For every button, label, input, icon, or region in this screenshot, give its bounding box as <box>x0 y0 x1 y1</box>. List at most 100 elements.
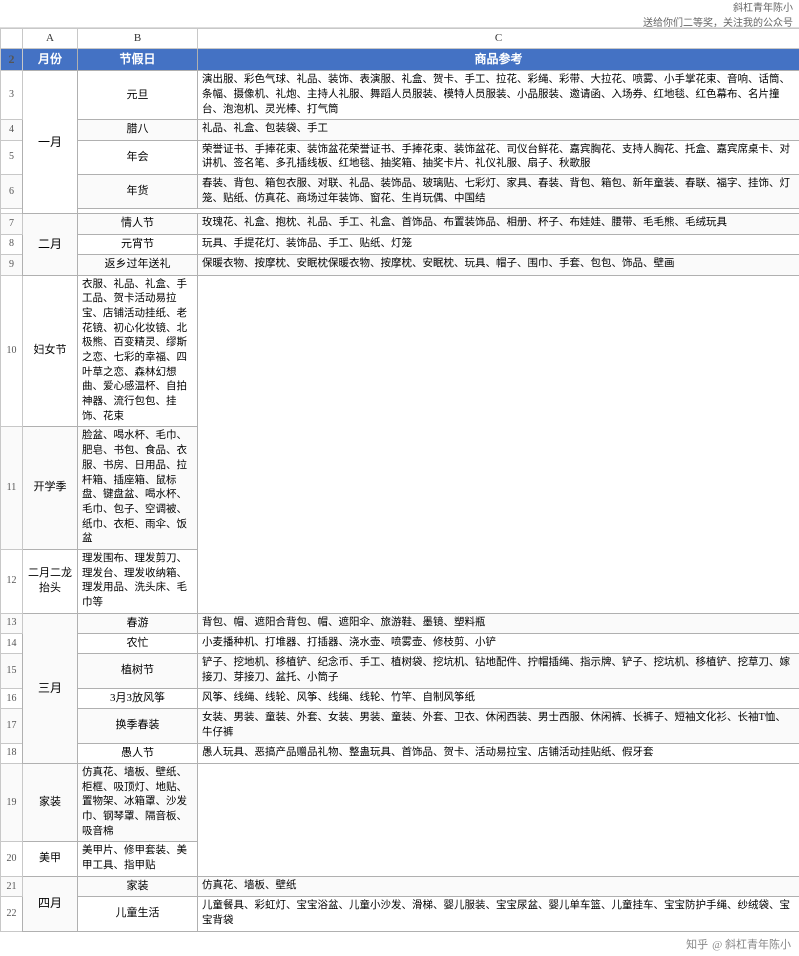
festival-arbor-day: 植树节 <box>78 654 198 688</box>
table-row: 8 元宵节 玩具、手提花灯、装饰品、手工、贴纸、灯笼 <box>1 234 799 254</box>
watermark-author: @ 斜杠青年陈小 <box>712 936 791 952</box>
festival-return: 返乡过年送礼 <box>78 255 198 275</box>
festival-nianhuo: 年货 <box>78 175 198 209</box>
product-laba: 礼品、礼盒、包装袋、手工 <box>198 120 799 140</box>
row-num-11: 11 <box>1 427 23 550</box>
row-num-5: 5 <box>1 140 23 174</box>
product-nianhui: 荣誉证书、手捧花束、装饰盆花荣誉证书、手捧花束、装饰盆花、司仪台鲜花、嘉宾胸花、… <box>198 140 799 174</box>
product-yuandan: 演出服、彩色气球、礼品、装饰、表演服、礼盒、贺卡、手工、拉花、彩绳、彩带、大拉花… <box>198 71 799 120</box>
row-num-17: 17 <box>1 709 23 743</box>
table-row: 13 三月 春游 背包、帽、遮阳合背包、帽、遮阳伞、旅游鞋、墨镜、塑料瓶 <box>1 613 799 633</box>
row-num-12: 12 <box>1 549 23 613</box>
month-mar: 三月 <box>23 613 78 763</box>
product-school-season: 脸盆、喝水杯、毛巾、肥皂、书包、食品、衣服、书房、日用品、拉杆箱、插座箱、鼠标盘… <box>78 427 198 550</box>
table-row: 7 二月 情人节 玫瑰花、礼盒、抱枕、礼品、手工、礼盒、首饰品、布置装饰品、相册… <box>1 214 799 234</box>
product-return: 保暖衣物、按摩枕、安眠枕保暖衣物、按摩枕、安眠枕、玩具、帽子、围巾、手套、包包、… <box>198 255 799 275</box>
table-row: 9 返乡过年送礼 保暖衣物、按摩枕、安眠枕保暖衣物、按摩枕、安眠枕、玩具、帽子、… <box>1 255 799 275</box>
month-jan: 一月 <box>23 71 78 214</box>
festival-valentines: 情人节 <box>78 214 198 234</box>
product-spring-outing: 背包、帽、遮阳合背包、帽、遮阳伞、旅游鞋、墨镜、塑料瓶 <box>198 613 799 633</box>
watermark-bar: 知乎 @ 斜杠青年陈小 <box>0 932 799 956</box>
row-num-18: 18 <box>1 743 23 763</box>
product-yuanxiao: 玩具、手提花灯、装饰品、手工、贴纸、灯笼 <box>198 234 799 254</box>
festival-childrens-life: 儿童生活 <box>78 897 198 931</box>
table-row: 22 儿童生活 儿童餐具、彩虹灯、宝宝浴盆、儿童小沙发、滑梯、婴儿服装、宝宝尿盆… <box>1 897 799 931</box>
row-num-6: 6 <box>1 175 23 209</box>
product-spring-clothes: 女装、男装、童装、外套、女装、男装、童装、外套、卫衣、休闲西装、男士西服、休闲裤… <box>198 709 799 743</box>
product-fools: 愚人玩具、恶搞产品赠品礼物、整蛊玩具、首饰品、贺卡、活动易拉宝、店铺活动挂贴纸、… <box>198 743 799 763</box>
festival-dragon-head: 二月二龙抬头 <box>23 549 78 613</box>
festival-spring-outing: 春游 <box>78 613 198 633</box>
table-row: 15 植树节 铲子、挖地机、移植铲、纪念币、手工、植树袋、挖坑机、钻地配件、拧帽… <box>1 654 799 688</box>
watermark-site: 知乎 <box>686 936 708 952</box>
row-num-21: 21 <box>1 876 23 896</box>
row-num-22: 22 <box>1 897 23 931</box>
festival-kite: 3月3放风筝 <box>78 688 198 708</box>
festival-spring-clothes: 换季春装 <box>78 709 198 743</box>
product-farming: 小麦播种机、打堆器、打插器、浇水壶、喷雾壶、修枝剪、小铲 <box>198 634 799 654</box>
table-row: 4 腊八 礼品、礼盒、包装袋、手工 <box>1 120 799 140</box>
col-header-a: A <box>23 29 78 49</box>
festival-womens-day: 妇女节 <box>23 275 78 427</box>
product-valentines: 玫瑰花、礼盒、抱枕、礼品、手工、礼盒、首饰品、布置装饰品、相册、杯子、布娃娃、腰… <box>198 214 799 234</box>
row-num-7: 7 <box>1 214 23 234</box>
month-feb: 二月 <box>23 214 78 275</box>
festival-home-deco1: 家装 <box>23 764 78 842</box>
table-row: 21 四月 家装 仿真花、墙板、壁纸 <box>1 876 799 896</box>
festival-nianhui: 年会 <box>78 140 198 174</box>
product-arbor-day: 铲子、挖地机、移植铲、纪念币、手工、植树袋、挖坑机、钻地配件、拧帽插绳、指示牌、… <box>198 654 799 688</box>
header-month: 月份 <box>23 49 78 71</box>
table-row: 19 家装 仿真花、墙板、壁纸、柜框、吸顶灯、地贴、置物架、冰箱罩、沙发巾、钢琴… <box>1 764 799 842</box>
row-num-19: 19 <box>1 764 23 842</box>
festival-nails: 美甲 <box>23 842 78 876</box>
spreadsheet-container: 斜杠青年陈小 送给你们二等奖，关注我的公众号 A B C 2 月份 节假日 商品… <box>0 0 799 956</box>
col-header-blank <box>1 29 23 49</box>
festival-fools: 愚人节 <box>78 743 198 763</box>
row-num-16: 16 <box>1 688 23 708</box>
header-festival: 节假日 <box>78 49 198 71</box>
festival-yuanxiao: 元宵节 <box>78 234 198 254</box>
festival-yuandan: 元旦 <box>78 71 198 120</box>
col-header-b: B <box>78 29 198 49</box>
row-num-15: 15 <box>1 654 23 688</box>
table-row: 14 农忙 小麦播种机、打堆器、打插器、浇水壶、喷雾壶、修枝剪、小铲 <box>1 634 799 654</box>
col-header-row: A B C <box>1 29 799 49</box>
product-nianhuo: 春装、背包、箱包衣服、对联、礼品、装饰品、玻璃贴、七彩灯、家具、春装、背包、箱包… <box>198 175 799 209</box>
festival-home-deco2: 家装 <box>78 876 198 896</box>
row-num-10: 10 <box>1 275 23 427</box>
product-childrens-life: 儿童餐具、彩虹灯、宝宝浴盆、儿童小沙发、滑梯、婴儿服装、宝宝尿盆、婴儿单车篮、儿… <box>198 897 799 931</box>
table-row: 5 年会 荣誉证书、手捧花束、装饰盆花荣誉证书、手捧花束、装饰盆花、司仪台鲜花、… <box>1 140 799 174</box>
festival-laba: 腊八 <box>78 120 198 140</box>
month-apr: 四月 <box>23 876 78 931</box>
table-row: 6 年货 春装、背包、箱包衣服、对联、礼品、装饰品、玻璃贴、七彩灯、家具、春装、… <box>1 175 799 209</box>
attribution-text: 斜杠青年陈小 送给你们二等奖，关注我的公众号 <box>643 0 793 29</box>
col-header-c: C <box>198 29 799 49</box>
table-row: 20 美甲 美甲片、修甲套装、美甲工具、指甲贴 <box>1 842 799 876</box>
product-home-deco1: 仿真花、墙板、壁纸、柜框、吸顶灯、地贴、置物架、冰箱罩、沙发巾、钢琴罩、隔音板、… <box>78 764 198 842</box>
row-num-20: 20 <box>1 842 23 876</box>
row-num-4: 4 <box>1 120 23 140</box>
festival-farming: 农忙 <box>78 634 198 654</box>
product-kite: 风筝、线绳、线轮、风筝、线绳、线轮、竹竿、自制风筝纸 <box>198 688 799 708</box>
table-row: 18 愚人节 愚人玩具、恶搞产品赠品礼物、整蛊玩具、首饰品、贺卡、活动易拉宝、店… <box>1 743 799 763</box>
product-womens-day: 衣服、礼品、礼盒、手工品、贺卡活动易拉宝、店铺活动挂纸、老花镜、初心化妆镜、北极… <box>78 275 198 427</box>
top-bar: 斜杠青年陈小 送给你们二等奖，关注我的公众号 <box>0 0 799 28</box>
table-row: 10 妇女节 衣服、礼品、礼盒、手工品、贺卡活动易拉宝、店铺活动挂纸、老花镜、初… <box>1 275 799 427</box>
row-num-13: 13 <box>1 613 23 633</box>
row-num-8: 8 <box>1 234 23 254</box>
table-row: 12 二月二龙抬头 理发围布、理发剪刀、理发台、理发收纳箱、理发用品、洗头床、毛… <box>1 549 799 613</box>
product-home-deco2: 仿真花、墙板、壁纸 <box>198 876 799 896</box>
product-dragon-head: 理发围布、理发剪刀、理发台、理发收纳箱、理发用品、洗头床、毛巾等 <box>78 549 198 613</box>
main-table: A B C 2 月份 节假日 商品参考 3 一月 元旦 演出服、彩色气球、礼品、… <box>0 28 799 932</box>
product-nails: 美甲片、修甲套装、美甲工具、指甲贴 <box>78 842 198 876</box>
festival-school-season: 开学季 <box>23 427 78 550</box>
table-row: 11 开学季 脸盆、喝水杯、毛巾、肥皂、书包、食品、衣服、书房、日用品、拉杆箱、… <box>1 427 799 550</box>
header-rownum: 2 <box>1 49 23 71</box>
table-header-row: 2 月份 节假日 商品参考 <box>1 49 799 71</box>
row-num-3: 3 <box>1 71 23 120</box>
row-num-14: 14 <box>1 634 23 654</box>
table-row: 16 3月3放风筝 风筝、线绳、线轮、风筝、线绳、线轮、竹竿、自制风筝纸 <box>1 688 799 708</box>
row-num-9: 9 <box>1 255 23 275</box>
table-row: 3 一月 元旦 演出服、彩色气球、礼品、装饰、表演服、礼盒、贺卡、手工、拉花、彩… <box>1 71 799 120</box>
header-products: 商品参考 <box>198 49 799 71</box>
